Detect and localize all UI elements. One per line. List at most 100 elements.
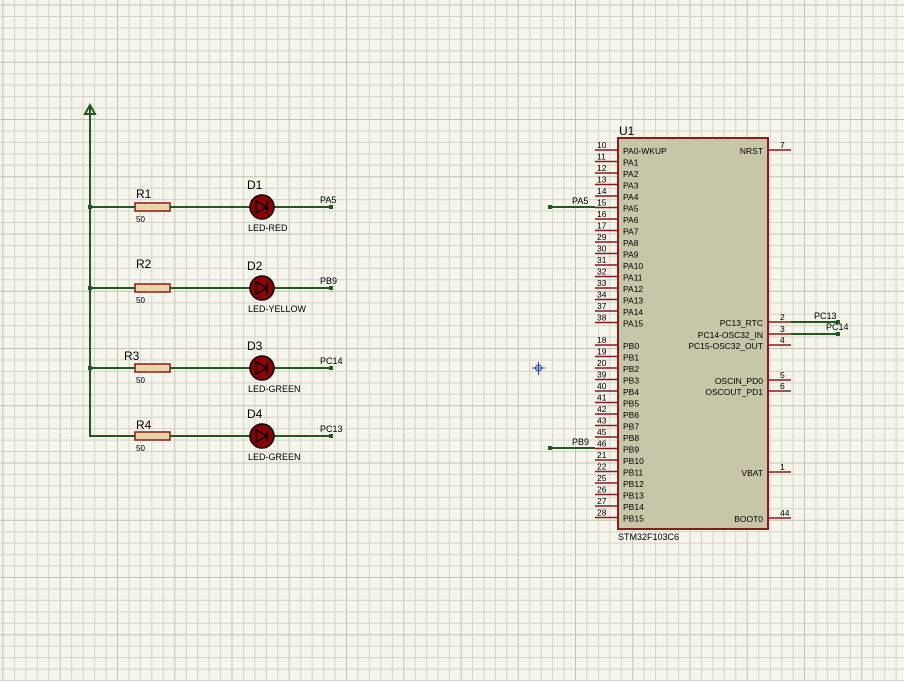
led-ref: D4 [247,407,263,421]
resistor-ref: R4 [136,418,152,432]
net-terminal [329,205,333,209]
pin-name: PA8 [623,238,639,248]
pin-name: PA12 [623,284,643,294]
pin-name: PC15-OSC32_OUT [688,341,763,351]
net-terminal [329,434,333,438]
pin-number: 7 [780,140,785,150]
resistor-value: 50 [136,215,145,224]
pin-name: PC14-OSC32_IN [698,330,763,340]
pin-name: PB6 [623,410,639,420]
resistor-body[interactable] [134,431,171,441]
pin-number: 21 [597,450,607,460]
led-body[interactable] [249,423,275,449]
led-body[interactable] [249,194,275,220]
pin-name: PA10 [623,261,643,271]
pin-number: 20 [597,358,607,368]
led-body[interactable] [249,275,275,301]
pin-number: 29 [597,232,607,242]
pin-name: PB12 [623,479,644,489]
resistor-value: 50 [136,444,145,453]
net-terminal [329,366,333,370]
pin-name: PB14 [623,502,644,512]
led-ref: D1 [247,178,263,192]
net-terminal [548,446,552,450]
pin-number: 5 [780,370,785,380]
pin-number: 1 [780,462,785,472]
pin-number: 38 [597,313,607,323]
net-label: PC14 [826,322,849,332]
resistor-value: 50 [136,376,145,385]
pin-number: 39 [597,370,607,380]
pin-number: 32 [597,267,607,277]
resistor-body[interactable] [134,283,171,293]
pin-name: VBAT [741,468,763,478]
pin-number: 46 [597,439,607,449]
microcontroller-u1[interactable]: U1 10PA0-WKUP11PA112PA213PA314PA415PA516… [595,124,791,542]
pin-name: PA5 [623,204,639,214]
pin-name: PB9 [623,445,639,455]
led-type: LED-GREEN [248,384,301,394]
pin-number: 27 [597,496,607,506]
pin-name: PA14 [623,307,643,317]
pin-name: PA15 [623,319,643,329]
chip-part-number: STM32F103C6 [618,532,679,542]
pin-number: 19 [597,347,607,357]
pin-number: 41 [597,393,607,403]
pin-number: 34 [597,290,607,300]
pin-name: PA13 [623,296,643,306]
resistor-body[interactable] [134,202,171,212]
pin-number: 13 [597,175,607,185]
schematic-canvas[interactable]: R1 50 D1 LED-RED PA5 R2 50 D2 LED-YELLOW PB9 R3 50 D… [0,0,904,681]
pin-name: NRST [740,146,763,156]
pin-name: PB11 [623,468,643,478]
resistor-body[interactable] [134,363,171,373]
pin-number: 22 [597,462,607,472]
pin-name: PA7 [623,227,639,237]
pin-number: 6 [780,381,785,391]
pin-number: 2 [780,312,785,322]
pin-name: BOOT0 [734,514,763,524]
pin-name: PB10 [623,456,644,466]
led-type: LED-GREEN [248,452,301,462]
pin-name: PA3 [623,181,639,191]
net-label: PC13 [814,311,837,321]
led-type: LED-YELLOW [248,304,307,314]
resistor-ref: R2 [136,257,152,271]
pin-number: 30 [597,244,607,254]
pin-name: PC13_RTC [720,318,763,328]
pin-name: PA4 [623,192,639,202]
led-type: LED-RED [248,223,288,233]
pin-name: PA6 [623,215,639,225]
pin-number: 40 [597,381,607,391]
pin-number: 37 [597,301,607,311]
net-label: PB9 [572,437,589,447]
pin-number: 42 [597,404,607,414]
pin-number: 44 [780,508,790,518]
net-terminal [329,286,333,290]
pin-number: 17 [597,221,607,231]
pin-number: 43 [597,416,607,426]
pin-name: OSCOUT_PD1 [705,387,763,397]
chip-reference: U1 [619,124,635,138]
pin-name: PB5 [623,399,639,409]
pin-number: 12 [597,163,607,173]
pin-number: 16 [597,209,607,219]
net-terminal [836,332,840,336]
pin-name: PA0-WKUP [623,146,667,156]
pin-name: PA2 [623,169,639,179]
led-body[interactable] [249,355,275,381]
pin-number: 15 [597,198,607,208]
net-label: PC13 [320,424,343,434]
pin-name: PB15 [623,514,644,524]
pin-name: PB2 [623,364,639,374]
pin-number: 28 [597,508,607,518]
net-label: PA5 [320,195,336,205]
resistor-value: 50 [136,296,145,305]
pin-name: PB4 [623,387,639,397]
net-label: PB9 [320,276,337,286]
pin-number: 11 [597,152,606,162]
pin-number: 14 [597,186,607,196]
pin-name: PB1 [623,353,639,363]
net-terminal [548,205,552,209]
pin-name: PA11 [623,273,643,283]
